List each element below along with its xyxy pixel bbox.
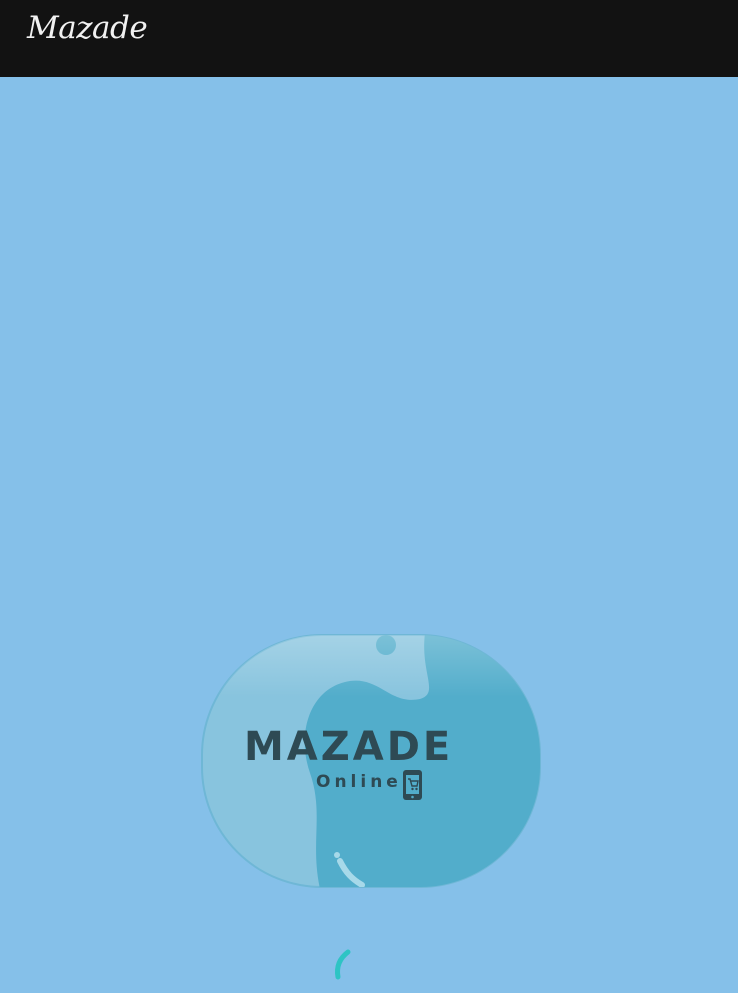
- app-title: Mazade: [27, 10, 148, 46]
- app-bar: Mazade: [0, 0, 738, 77]
- loading-spinner-icon: [330, 948, 370, 988]
- logo-subtitle: Online: [316, 772, 402, 792]
- mobile-cart-icon: [403, 770, 422, 800]
- logo-graphic: MAZADE Online: [201, 634, 541, 888]
- logo-word: MAZADE: [244, 724, 453, 770]
- mazade-logo: MAZADE Online: [200, 633, 542, 889]
